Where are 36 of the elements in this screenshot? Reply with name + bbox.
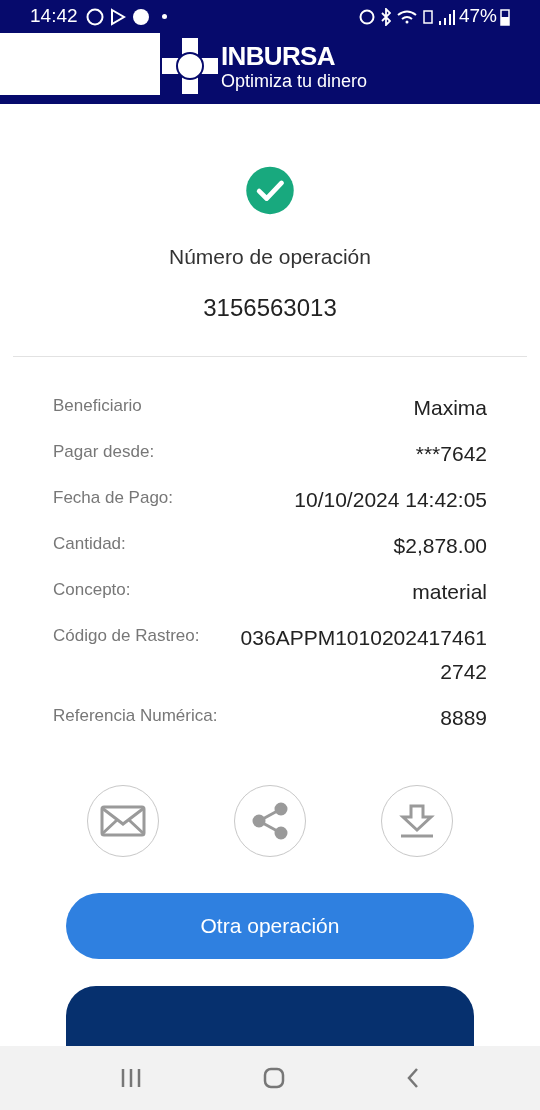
another-operation-button[interactable]: Otra operación <box>66 893 474 959</box>
play-icon <box>109 7 126 26</box>
brand-tagline: Optimiza tu dinero <box>221 71 368 90</box>
detail-value: ***7642 <box>415 441 487 467</box>
operation-label: Número de operación <box>169 243 371 270</box>
detail-value: 10/10/2024 14:42:05 <box>294 487 487 513</box>
home-icon[interactable] <box>263 1067 285 1089</box>
detail-value: 8889 <box>440 705 487 731</box>
bluetooth-icon <box>380 7 391 26</box>
detail-label: Pagar desde: <box>53 441 155 463</box>
alarm-icon <box>358 8 375 25</box>
battery-percent: 47% <box>458 4 497 29</box>
dot-icon <box>161 14 167 19</box>
detail-label: Código de Rastreo: <box>53 625 200 647</box>
operation-number: 3156563013 <box>203 293 337 324</box>
detail-value: 2742 <box>440 659 487 685</box>
recent-apps-icon[interactable] <box>120 1068 143 1088</box>
download-icon <box>399 804 435 838</box>
detail-value: $2,878.00 <box>393 533 487 559</box>
mail-icon <box>100 805 146 837</box>
detail-label: Referencia Numérica: <box>53 705 218 727</box>
detail-value: 036APPM1010202417461 <box>240 625 487 651</box>
detail-label: Beneficiario <box>53 395 142 417</box>
brand-name: INBURSA <box>221 42 336 69</box>
detail-value: Maxima <box>413 395 487 421</box>
signal-icon <box>438 8 455 25</box>
logo-icon <box>162 38 218 94</box>
detail-value: material <box>412 579 487 605</box>
detail-label: Concepto: <box>53 579 131 601</box>
status-time: 14:42 <box>30 4 78 29</box>
share-icon <box>251 802 289 840</box>
detail-label: Cantidad: <box>53 533 126 555</box>
detail-label: Fecha de Pago: <box>53 487 174 509</box>
wifi-icon <box>396 9 417 24</box>
battery-icon <box>500 7 510 26</box>
back-icon[interactable] <box>405 1067 420 1089</box>
